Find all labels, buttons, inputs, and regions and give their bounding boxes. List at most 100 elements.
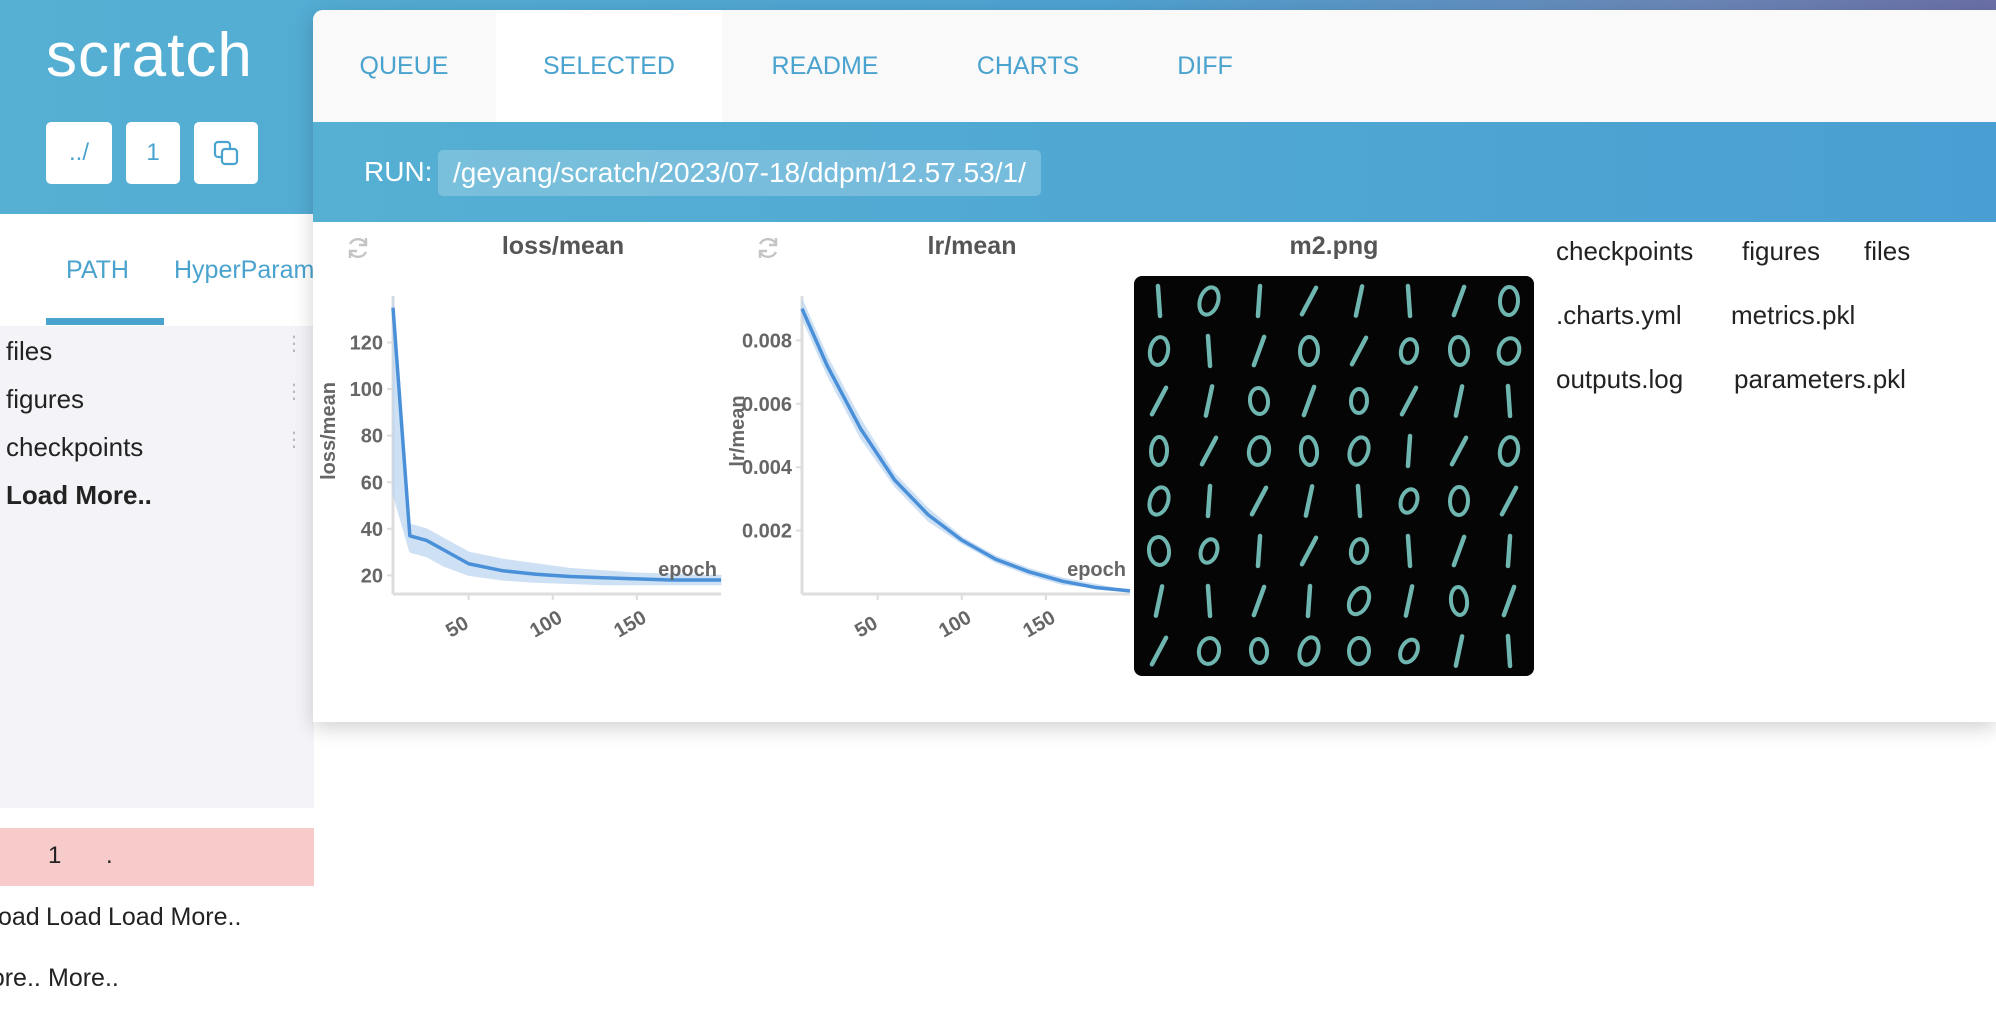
- digit-zero: [1298, 435, 1320, 467]
- digit-zero: [1496, 336, 1522, 366]
- lr-chart[interactable]: 0.002 0.004 0.006 0.008 50 100 150 epoch lr/mean: [722, 276, 1132, 656]
- load-more-link[interactable]: Load: [46, 903, 102, 932]
- file-parameters-pkl[interactable]: parameters.pkl: [1734, 364, 1906, 395]
- drag-handle-icon[interactable]: ⋮: [284, 334, 304, 354]
- loss-chart[interactable]: 20 40 60 80 100 120 50 100 150 epoch loss/mean: [313, 276, 723, 656]
- y-tick-label: 20: [361, 565, 383, 587]
- refresh-icon[interactable]: [754, 234, 782, 262]
- file-checkpoints[interactable]: checkpoints: [1556, 236, 1693, 267]
- load-more-link[interactable]: oad: [0, 903, 40, 932]
- digit-zero: [1247, 386, 1271, 416]
- digit-zero: [1148, 435, 1170, 467]
- confidence-band: [801, 298, 1131, 592]
- tab-readme[interactable]: README: [722, 10, 928, 122]
- digit-one: [1405, 533, 1413, 569]
- digit-zero: [1348, 537, 1370, 565]
- refresh-icon[interactable]: [344, 234, 372, 262]
- y-tick-label: 0.008: [742, 330, 792, 352]
- digit-one: [1453, 384, 1465, 418]
- digit-one: [1203, 384, 1215, 418]
- digit-one: [1249, 485, 1269, 517]
- digit-zero: [1297, 635, 1321, 667]
- x-tick-label: 150: [1019, 607, 1059, 643]
- app-title: scratch: [46, 21, 253, 90]
- tab-selected[interactable]: SELECTED: [496, 10, 722, 122]
- digit-zero: [1246, 435, 1272, 467]
- digit-one: [1353, 284, 1365, 318]
- digit-one: [1255, 283, 1263, 319]
- load-more-link[interactable]: Load More..: [108, 903, 241, 932]
- digit-one: [1149, 385, 1169, 417]
- digit-zero: [1398, 637, 1420, 665]
- digit-zero: [1497, 285, 1521, 317]
- digit-one: [1255, 533, 1263, 569]
- y-tick-label: 80: [361, 426, 383, 448]
- digit-one: [1451, 284, 1467, 318]
- x-tick-label: 50: [442, 612, 472, 642]
- chart-title: loss/mean: [501, 232, 625, 260]
- digit-zero: [1346, 585, 1372, 617]
- x-axis-label: epoch: [658, 559, 717, 581]
- sidebar-item-figures[interactable]: figures: [6, 384, 84, 415]
- digit-zero: [1297, 335, 1321, 367]
- drag-handle-icon[interactable]: ⋮: [284, 382, 304, 402]
- file-files[interactable]: files: [1864, 236, 1910, 267]
- run-index: 1: [48, 842, 62, 869]
- load-more-link[interactable]: More..: [48, 964, 119, 993]
- digit-one: [1451, 534, 1467, 568]
- digit-one: [1299, 285, 1319, 317]
- selected-run-row[interactable]: 1 .: [0, 828, 314, 886]
- digit-zero: [1348, 387, 1370, 415]
- digit-zero: [1398, 487, 1420, 515]
- digit-one: [1349, 335, 1369, 367]
- tab-diff[interactable]: DIFF: [1128, 10, 1282, 122]
- drag-handle-icon[interactable]: ⋮: [284, 430, 304, 450]
- digit-one: [1149, 635, 1169, 667]
- tab-queue[interactable]: QUEUE: [313, 10, 495, 122]
- parent-dir-button[interactable]: ../: [46, 122, 112, 184]
- y-tick-label: 0.006: [742, 394, 792, 416]
- digit-zero: [1147, 335, 1171, 367]
- copy-button[interactable]: [194, 122, 258, 184]
- digit-zero: [1197, 285, 1221, 317]
- file-outputs-log[interactable]: outputs.log: [1556, 364, 1683, 395]
- y-axis-label: lr/mean: [727, 395, 749, 466]
- digit-one: [1403, 584, 1415, 618]
- digit-zero: [1497, 435, 1521, 467]
- tab-hyperparam[interactable]: HyperParam: [174, 256, 314, 285]
- run-count-button[interactable]: 1: [126, 122, 180, 184]
- x-tick-label: 100: [935, 607, 975, 643]
- sidebar-item-checkpoints[interactable]: checkpoints: [6, 432, 143, 463]
- file-charts-yml[interactable]: .charts.yml: [1556, 300, 1682, 331]
- y-tick-label: 0.004: [742, 457, 793, 479]
- digit-one: [1199, 435, 1219, 467]
- digit-zero: [1146, 535, 1172, 567]
- digit-zero: [1448, 585, 1470, 617]
- digit-one: [1505, 383, 1513, 419]
- digit-one: [1299, 535, 1319, 567]
- sidebar-item-files[interactable]: files: [6, 336, 52, 367]
- image-title: m2.png: [1289, 232, 1379, 260]
- digit-zero: [1447, 485, 1471, 517]
- digit-one: [1205, 483, 1213, 519]
- digit-one: [1399, 385, 1419, 417]
- tab-charts[interactable]: CHARTS: [928, 10, 1128, 122]
- load-more-link[interactable]: More..: [0, 964, 41, 993]
- file-figures[interactable]: figures: [1742, 236, 1820, 267]
- digit-one: [1501, 584, 1517, 618]
- digit-one: [1303, 484, 1315, 518]
- digit-one: [1205, 583, 1213, 619]
- sample-image-grid[interactable]: [1134, 276, 1534, 676]
- active-tab-indicator: [46, 318, 164, 325]
- digit-one: [1251, 334, 1267, 368]
- run-label: RUN:: [364, 156, 433, 187]
- run-path[interactable]: /geyang/scratch/2023/07-18/ddpm/12.57.53…: [438, 150, 1041, 196]
- chart-title: lr/mean: [927, 232, 1017, 260]
- x-tick-label: 150: [610, 607, 650, 643]
- digit-zero: [1196, 636, 1222, 666]
- load-more-button[interactable]: Load More..: [6, 480, 152, 511]
- digit-one: [1305, 583, 1313, 619]
- tab-path[interactable]: PATH: [66, 256, 129, 285]
- x-tick-label: 100: [526, 607, 566, 643]
- file-metrics-pkl[interactable]: metrics.pkl: [1731, 300, 1855, 331]
